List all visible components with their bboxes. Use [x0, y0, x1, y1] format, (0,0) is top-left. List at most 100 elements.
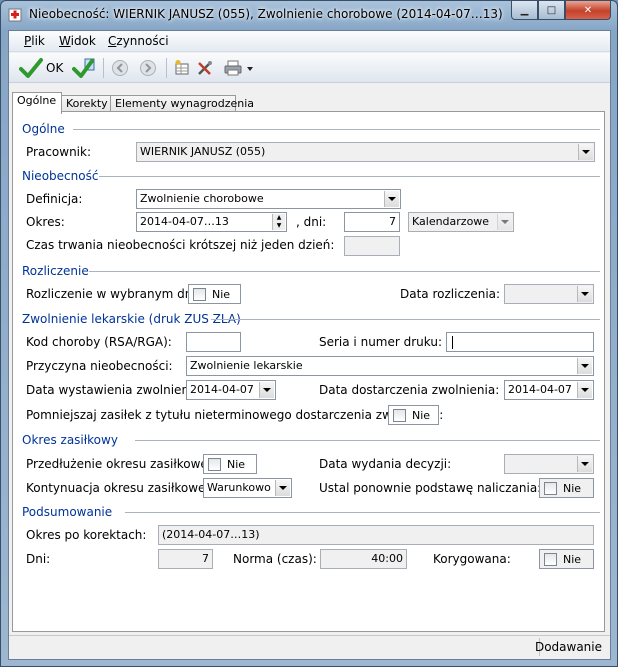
przedluzenie-label: Przedłużenie okresu zasiłkowego:	[26, 457, 227, 471]
seria-numer-input[interactable]	[446, 332, 594, 352]
chevron-down-icon[interactable]	[578, 144, 593, 160]
ok-button[interactable]: OK	[19, 57, 63, 79]
minimize-button[interactable]: ▁	[511, 1, 538, 20]
kalendarz-select[interactable]: Kalendarzowe	[408, 212, 514, 232]
toolbar-separator	[103, 58, 104, 78]
czas-trwania-label: Czas trwania nieobecności krótszej niż j…	[26, 238, 335, 252]
toolbar: OK	[9, 53, 610, 83]
grid-edit-icon	[175, 60, 189, 75]
chevron-down-icon[interactable]	[577, 456, 592, 472]
pracownik-select[interactable]: WIERNIK JANUSZ (055)	[136, 142, 595, 162]
section-divider	[99, 176, 600, 177]
data-dostarczenia-label: Data dostarczenia zwolnienia:	[319, 383, 500, 397]
chevron-down-icon[interactable]	[275, 480, 290, 496]
menu-czynnosci[interactable]: Czynności	[108, 34, 169, 48]
section-title-rozliczenie: Rozliczenie	[22, 264, 89, 278]
rozliczenie-w-dniu-checkbox[interactable]: Nie	[188, 284, 241, 304]
tab-ogolne[interactable]: Ogólne	[12, 92, 62, 114]
czas-trwania-input[interactable]	[344, 236, 400, 256]
seria-numer-label: Seria i numer druku:	[319, 335, 442, 349]
arrow-left-icon	[112, 60, 128, 76]
data-decyzji-label: Data wydania decyzji:	[319, 457, 452, 471]
przyczyna-label: Przyczyna nieobecności:	[26, 359, 173, 373]
kontynuacja-label: Kontynuacja okresu zasiłkowego:	[26, 481, 225, 495]
absence-app-icon	[8, 8, 22, 22]
data-wystawienia-label: Data wystawienia zwolnienia:	[26, 383, 204, 397]
okres-spinner[interactable]: ▲ ▼	[272, 214, 285, 230]
checkmark-icon	[19, 58, 43, 78]
attributes-button[interactable]	[173, 57, 191, 79]
print-button[interactable]	[223, 57, 255, 79]
data-dostarczenia-select[interactable]: 2014-04-07	[504, 380, 594, 400]
back-button[interactable]	[111, 57, 129, 79]
kod-choroby-label: Kod choroby (RSA/RGA):	[26, 335, 172, 349]
checkmark-save-icon	[72, 58, 95, 78]
window-title: Nieobecność: WIERNIK JANUSZ (055), Zwoln…	[29, 7, 503, 21]
chevron-down-icon[interactable]	[259, 382, 274, 398]
okres-po-korektach-label: Okres po korektach:	[26, 528, 147, 542]
data-rozliczenia-select[interactable]	[504, 284, 594, 304]
pomniejszaj-checkbox[interactable]: Nie	[388, 405, 439, 425]
dni-label: , dni:	[296, 215, 327, 229]
section-divider	[89, 271, 600, 272]
section-title-podsumowanie: Podsumowanie	[22, 505, 113, 519]
okres-label: Okres:	[26, 215, 65, 229]
chevron-down-icon[interactable]	[577, 358, 592, 374]
chevron-down-icon[interactable]	[497, 214, 512, 230]
korygowana-checkbox[interactable]: Nie	[539, 549, 594, 569]
maximize-button[interactable]: □	[538, 1, 565, 20]
save-close-button[interactable]	[72, 57, 96, 79]
forward-button[interactable]	[139, 57, 157, 79]
data-wystawienia-select[interactable]: 2014-04-07	[186, 380, 276, 400]
menu-widok[interactable]: Widok	[59, 34, 96, 48]
okres-po-korektach-field: (2014-04-07…13)	[158, 525, 594, 545]
chevron-down-icon[interactable]	[577, 286, 592, 302]
dialog-client: Plik Widok Czynności OK Ogólne Korekty E…	[8, 30, 611, 660]
toolbar-separator	[166, 58, 167, 78]
section-title-okres-zasilkowy: Okres zasiłkowy	[22, 433, 118, 447]
section-divider	[125, 512, 600, 513]
norma-label: Norma (czas):	[233, 552, 317, 566]
dni-input[interactable]: 7	[344, 212, 400, 232]
chevron-down-icon[interactable]	[577, 382, 592, 398]
menu-bar: Plik Widok Czynności	[9, 31, 610, 52]
section-title-ogolne: Ogólne	[22, 122, 65, 136]
data-rozliczenia-label: Data rozliczenia:	[400, 287, 501, 301]
section-divider	[73, 129, 600, 130]
okres-input[interactable]: 2014-04-07…13 ▲ ▼	[136, 212, 287, 232]
printer-icon	[224, 60, 242, 76]
kod-choroby-input[interactable]	[186, 332, 241, 352]
dni-podsumowanie-label: Dni:	[26, 552, 51, 566]
title-bar[interactable]: Nieobecność: WIERNIK JANUSZ (055), Zwoln…	[1, 1, 617, 29]
data-decyzji-select[interactable]	[504, 454, 594, 474]
korygowana-label: Korygowana:	[433, 552, 511, 566]
przedluzenie-checkbox[interactable]: Nie	[203, 454, 257, 474]
menu-plik[interactable]: Plik	[24, 34, 45, 48]
chevron-down-icon[interactable]	[384, 191, 399, 207]
rozliczenie-w-dniu-label: Rozliczenie w wybranym dniu:	[26, 287, 208, 301]
status-mode: Dodawanie	[534, 640, 602, 654]
section-divider	[135, 440, 600, 441]
przyczyna-select[interactable]: Zwolnienie lekarskie	[186, 356, 594, 376]
tools-icon	[198, 61, 212, 75]
tools-button[interactable]	[196, 57, 214, 79]
ustal-label: Ustal ponownie podstawę naliczania:	[319, 481, 542, 495]
ustal-checkbox[interactable]: Nie	[539, 478, 594, 498]
definicja-label: Definicja:	[26, 192, 83, 206]
tab-panel-ogolne: Ogólne Pracownik: WIERNIK JANUSZ (055) N…	[12, 111, 605, 632]
norma-field: 40:00	[320, 549, 407, 569]
pracownik-label: Pracownik:	[26, 145, 91, 159]
section-divider	[211, 319, 600, 320]
section-title-zwolnienie: Zwolnienie lekarskie (druk ZUS ZLA)	[22, 312, 241, 326]
spin-up-icon[interactable]: ▲	[273, 214, 285, 222]
arrow-right-icon	[140, 60, 156, 76]
pomniejszaj-label: Pomniejszaj zasiłek z tytułu nieterminow…	[26, 408, 444, 422]
dni-podsumowanie-field: 7	[158, 549, 213, 569]
spin-down-icon[interactable]: ▼	[273, 222, 285, 230]
kontynuacja-select[interactable]: Warunkowo	[203, 478, 292, 498]
definicja-select[interactable]: Zwolnienie chorobowe	[136, 189, 401, 209]
dropdown-arrow-icon	[247, 67, 253, 71]
section-title-nieobecnosc: Nieobecność	[22, 169, 99, 183]
close-button[interactable]: ✕	[565, 1, 611, 20]
text-cursor	[452, 336, 453, 349]
